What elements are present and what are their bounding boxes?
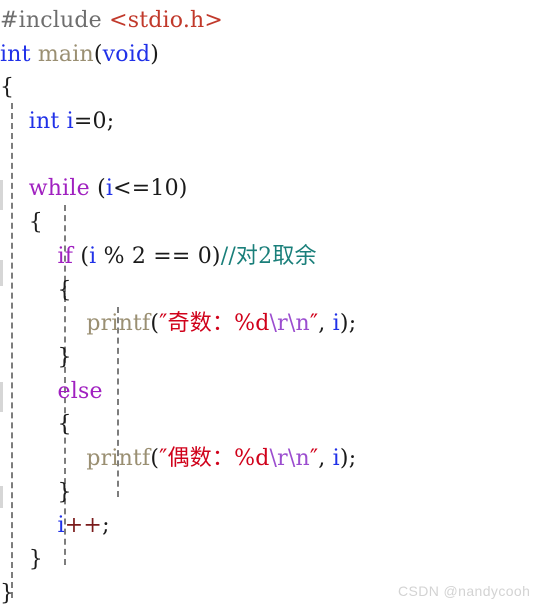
code-token: i — [332, 311, 340, 337]
code-token: ″ — [159, 311, 168, 337]
code-token: ( — [89, 176, 106, 202]
code-token: { — [0, 75, 15, 101]
code-token: int — [0, 41, 31, 67]
code-token: { — [28, 210, 43, 236]
code-token: % 2 == 0) — [96, 243, 221, 269]
code-token: ( — [150, 311, 160, 337]
code-line[interactable]: printf(″偶数：%d\r\n″, i); — [0, 442, 536, 476]
code-token: void — [102, 41, 151, 67]
code-token: \r\n — [269, 311, 310, 337]
code-line[interactable]: } — [0, 341, 536, 375]
code-line[interactable]: int i=0; — [0, 105, 536, 139]
code-token: } — [57, 479, 72, 505]
code-token: { — [57, 412, 72, 438]
code-token: <=10) — [113, 176, 188, 202]
code-token: i — [57, 513, 65, 539]
code-token: \r\n — [269, 445, 310, 471]
code-line[interactable]: printf(″奇数：%d\r\n″, i); — [0, 307, 536, 341]
code-token: , — [318, 311, 333, 337]
code-token: printf — [86, 311, 151, 337]
code-line[interactable]: { — [0, 408, 536, 442]
code-token: } — [28, 547, 43, 572]
code-token: ( — [150, 445, 160, 471]
code-token: ); — [339, 445, 357, 471]
code-editor-screenshot: #include <stdio.h> int main(void){ int i=… — [0, 0, 536, 615]
code-token: ) — [150, 41, 160, 67]
code-line[interactable]: { — [0, 71, 536, 105]
code-token: ( — [73, 243, 90, 269]
code-token: ; — [102, 513, 110, 539]
code-line[interactable]: i++; — [0, 509, 536, 543]
code-token: while — [28, 176, 90, 202]
code-token: if — [57, 243, 74, 269]
code-token: } — [0, 580, 15, 606]
code-token: ( — [93, 41, 103, 67]
code-line[interactable]: else — [0, 375, 536, 409]
code-token: int — [28, 109, 60, 135]
code-token: i — [332, 445, 340, 471]
code-line[interactable]: if (i % 2 == 0)//对2取余 — [0, 240, 536, 274]
code-line[interactable]: #include <stdio.h> — [0, 4, 536, 38]
code-token: else — [57, 378, 103, 404]
code-line[interactable]: } — [0, 476, 536, 510]
code-line[interactable]: int main(void) — [0, 38, 536, 72]
code-line[interactable]: } — [0, 543, 536, 577]
code-token: <stdio.h> — [109, 8, 224, 33]
code-token: main — [37, 41, 94, 67]
code-line[interactable]: { — [0, 206, 536, 240]
csdn-watermark: CSDN @nandycooh — [398, 583, 531, 599]
code-line[interactable]: while (i<=10) — [0, 172, 536, 206]
code-token: ++ — [64, 513, 103, 539]
code-token: ); — [339, 311, 357, 337]
code-token: ″ — [159, 445, 168, 471]
code-token: } — [57, 344, 72, 370]
code-token: 偶数：%d — [167, 445, 270, 471]
code-token: , — [318, 445, 333, 471]
code-line[interactable]: { — [0, 274, 536, 308]
code-token: =0; — [73, 109, 115, 135]
code-token: { — [57, 277, 72, 303]
code-token: //对2取余 — [220, 243, 317, 269]
code-token: 奇数：%d — [167, 311, 270, 337]
code-token: #include — [0, 8, 102, 33]
code-token: printf — [86, 445, 151, 471]
code-block[interactable]: #include <stdio.h> int main(void){ int i=… — [0, 4, 536, 610]
code-line[interactable] — [0, 139, 536, 173]
code-token: i — [66, 109, 74, 135]
